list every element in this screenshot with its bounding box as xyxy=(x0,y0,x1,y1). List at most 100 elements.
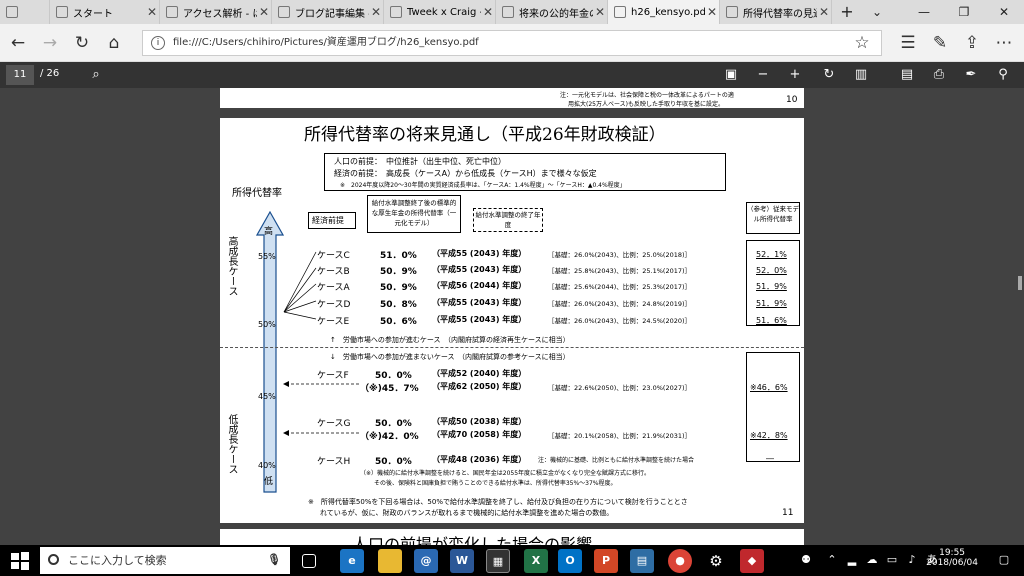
back-button[interactable]: ← xyxy=(6,31,30,55)
people-icon[interactable]: ⚉ xyxy=(800,554,812,566)
case-rate: 50．0% xyxy=(375,457,412,467)
close-tab-icon[interactable]: ✕ xyxy=(817,5,831,19)
tab-analytics[interactable]: アクセス解析 - はてな✕ xyxy=(160,0,272,24)
close-tab-icon[interactable]: ✕ xyxy=(145,5,159,19)
case-name: ケースC xyxy=(317,251,350,261)
layout-icon[interactable]: ▥ xyxy=(850,65,872,85)
save-icon[interactable]: ▤ xyxy=(896,65,918,85)
divider-down-note: ↓ 労働市場への参加が進まないケース （内閣府試算の参考ケースに相当） xyxy=(330,353,570,361)
tab-income-replacement[interactable]: 所得代替率の見通し✕ xyxy=(720,0,832,24)
close-tab-icon[interactable]: ✕ xyxy=(481,5,495,19)
favorites-hub-icon[interactable]: ☰ xyxy=(896,31,920,55)
chrome-icon[interactable]: ● xyxy=(668,549,692,573)
tab-label: 所得代替率の見通し xyxy=(743,8,817,20)
ink-pen-icon[interactable]: ✒ xyxy=(960,65,982,85)
pin-icon[interactable]: ⚲ xyxy=(992,65,1014,85)
tab-list-button[interactable]: ⌄ xyxy=(862,0,892,24)
more-menu-icon[interactable]: ⋯ xyxy=(992,31,1016,55)
tab-label: スタート xyxy=(73,8,113,20)
tab-tweek[interactable]: Tweek x Craig - Ful✕ xyxy=(384,0,496,24)
page-icon xyxy=(390,6,402,18)
cloud-icon[interactable]: ☁ xyxy=(866,554,878,566)
search-icon[interactable]: ⌕ xyxy=(85,65,107,85)
tab-pdf-active[interactable]: h26_kensyo.pd ✕ xyxy=(608,0,720,24)
close-window-button[interactable]: ✕ xyxy=(984,0,1024,24)
tick-45: 45% xyxy=(258,392,276,401)
case-ref: ※42．8% xyxy=(750,431,788,440)
security-app-icon[interactable]: ◆ xyxy=(740,549,764,573)
share-icon[interactable]: ⇪ xyxy=(960,31,984,55)
search-icon xyxy=(48,554,59,565)
forward-button[interactable]: → xyxy=(38,31,62,55)
case-detail: ［基礎：20.1%(2058)、比例：21.9%(2031)］ xyxy=(548,432,692,440)
word-icon[interactable]: W xyxy=(450,549,474,573)
minimize-button[interactable]: — xyxy=(904,0,944,24)
low-growth-label: 低成長ケース xyxy=(226,414,237,474)
close-tab-icon[interactable]: ✕ xyxy=(369,5,383,19)
web-note-pen-icon[interactable]: ✎ xyxy=(928,31,952,55)
pdf-toolbar: 11 / 26 ⌕ ▣ − + ↻ ▥ ▤ ⎙ ✒ ⚲ xyxy=(0,62,1024,88)
tick-55: 55% xyxy=(258,252,276,261)
tab-blog-edit[interactable]: ブログ記事編集 - は✕ xyxy=(272,0,384,24)
clock-time: 19:55 xyxy=(939,548,966,558)
print-icon[interactable]: ⎙ xyxy=(928,65,950,85)
close-tab-icon[interactable]: ✕ xyxy=(593,5,607,19)
case-name: ケースD xyxy=(317,300,351,310)
scrollbar-thumb[interactable] xyxy=(1018,276,1022,290)
close-tab-icon[interactable]: ✕ xyxy=(257,5,271,19)
tab-bar: スタート ✕ アクセス解析 - はてな✕ ブログ記事編集 - は✕ Tweek x… xyxy=(0,0,1024,24)
outlook-icon[interactable]: O xyxy=(558,549,582,573)
page-title: 所得代替率の将来見通し（平成26年財政検証） xyxy=(304,125,666,145)
edge-browser-icon[interactable]: e xyxy=(340,549,364,573)
tab-pension[interactable]: 将来の公的年金の参✕ xyxy=(496,0,608,24)
case-detail: ［基礎：26.0%(2043)、比例：25.0%(2018)］ xyxy=(548,251,692,259)
restore-button[interactable]: ❐ xyxy=(944,0,984,24)
pdf-page-10: 注：一元化モデルは、社会保障と税の一体改革によるパートの適 用拡大(25万人ベー… xyxy=(220,88,804,108)
case-year: （平成55 (2043) 年度） xyxy=(432,249,527,258)
case-name: ケースA xyxy=(317,283,350,293)
battery-icon[interactable]: ▭ xyxy=(886,554,898,566)
fit-page-icon[interactable]: ▣ xyxy=(720,65,742,85)
powerpoint-icon[interactable]: P xyxy=(594,549,618,573)
info-icon[interactable]: i xyxy=(151,36,165,50)
notification-center-icon[interactable]: ▢ xyxy=(998,554,1010,566)
file-explorer-icon[interactable] xyxy=(378,549,402,573)
col2-box: 給付水準調整の終了年度 xyxy=(473,208,543,232)
refresh-button[interactable]: ↻ xyxy=(70,31,94,55)
case-h-note-2: その後、保険料と国庫負担で賄うことのできる給付水準は、所得代替率35%～37%程… xyxy=(374,480,617,487)
settings-gear-icon[interactable]: ⚙ xyxy=(704,549,728,573)
clock[interactable]: 19:55 2018/06/04 xyxy=(926,548,978,568)
page-number: 11 xyxy=(782,508,794,518)
case-name: ケースF xyxy=(317,371,349,381)
address-bar[interactable]: i file:///C:/Users/chihiro/Pictures/資産運用… xyxy=(142,30,882,56)
tray-chevron-up-icon[interactable]: ⌃ xyxy=(826,554,838,566)
navigation-bar: ← → ↻ ⌂ i file:///C:/Users/chihiro/Pictu… xyxy=(0,24,1024,62)
excel-icon[interactable]: X xyxy=(524,549,548,573)
page-number-input[interactable]: 11 xyxy=(6,65,34,85)
case-rate: 50．6% xyxy=(380,317,417,327)
new-tab-button[interactable]: + xyxy=(832,0,862,24)
footnote-line2: れているが、仮に、財政のバランスが取れるまで機械的に給付水準調整を進めた場合の数… xyxy=(320,509,614,517)
tab-start-page[interactable]: スタート ✕ xyxy=(50,0,160,24)
volume-icon[interactable]: ♪ xyxy=(906,554,918,566)
close-tab-icon[interactable]: ✕ xyxy=(705,5,719,19)
taskbar-search-box[interactable]: ここに入力して検索 xyxy=(40,547,290,574)
favorite-star-icon[interactable]: ☆ xyxy=(850,31,874,55)
windows-start-icon[interactable] xyxy=(10,551,30,571)
store-icon[interactable]: ▦ xyxy=(486,549,510,573)
app-icon[interactable]: ▤ xyxy=(630,549,654,573)
prev-note-line2: 用拡大(25万人ベース)も反映した手取り年収を基に設定。 xyxy=(568,101,725,108)
case-name: ケースH xyxy=(317,457,351,467)
microphone-icon[interactable]: 🎙 xyxy=(262,548,286,572)
mail-icon[interactable]: @ xyxy=(414,549,438,573)
zoom-in-icon[interactable]: + xyxy=(784,65,806,85)
pdf-viewer[interactable]: 注：一元化モデルは、社会保障と税の一体改革によるパートの適 用拡大(25万人ベー… xyxy=(0,88,1024,545)
task-view-icon[interactable] xyxy=(302,554,316,568)
keizai-label: 経済前提 xyxy=(312,216,344,225)
rotate-icon[interactable]: ↻ xyxy=(818,65,840,85)
tab-start[interactable] xyxy=(0,0,50,24)
home-button[interactable]: ⌂ xyxy=(102,31,126,55)
network-icon[interactable]: ▂ xyxy=(846,554,858,566)
page-total: / 26 xyxy=(40,68,60,79)
zoom-out-icon[interactable]: − xyxy=(752,65,774,85)
